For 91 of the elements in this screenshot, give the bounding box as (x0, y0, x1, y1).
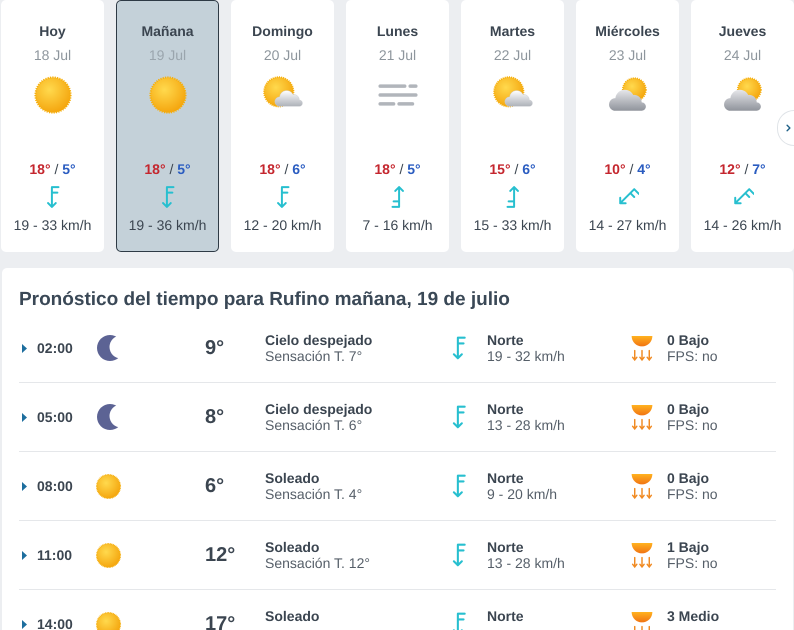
wind-arrow-icon (452, 474, 466, 498)
day-date: 21 Jul (378, 46, 416, 64)
day-name: Hoy (39, 22, 66, 40)
condition-text: Cielo despejado (265, 332, 372, 348)
uv-index: 0 Bajo (667, 401, 710, 417)
temperature-range: 12° / 7° (719, 160, 766, 178)
sun-icon (148, 75, 188, 115)
day-card[interactable]: Hoy 18 Jul 18° / 5° 19 - 33 km/h (1, 0, 104, 252)
expand-caret-icon[interactable] (22, 482, 27, 490)
expand-caret-icon[interactable] (22, 550, 27, 560)
wind-speed: 12 - 20 km/h (244, 216, 322, 234)
feels-like-text: Sensación T. 6° (265, 417, 362, 433)
temperature-range: 18° / 6° (259, 160, 306, 178)
temperature: 9° (205, 336, 226, 360)
temperature: 17° (205, 612, 236, 630)
wind-arrow-icon (452, 612, 466, 630)
day-name: Mañana (141, 22, 194, 40)
wind-direction: Norte (487, 608, 524, 624)
sun-icon (95, 542, 122, 568)
temperature-range: 18° / 5° (144, 160, 191, 178)
hour-time: 14:00 (37, 616, 74, 630)
wind-speed: 19 - 36 km/h (128, 216, 206, 234)
hour-time: 02:00 (37, 340, 74, 356)
uv-sun-icon (630, 334, 654, 362)
wind-speed: 9 - 20 km/h (487, 486, 558, 502)
sun-icon (32, 75, 72, 115)
expand-caret-icon[interactable] (22, 344, 27, 352)
wind-speed: 19 - 33 km/h (14, 216, 92, 234)
wind-arrow-icon (452, 405, 466, 429)
temperature: 12° (205, 544, 236, 566)
day-date: 20 Jul (264, 46, 302, 64)
day-name: Domingo (252, 22, 313, 40)
day-name: Jueves (718, 22, 766, 40)
wind-speed: 13 - 28 km/h (487, 417, 565, 433)
temperature-range: 18° / 5° (29, 160, 76, 178)
day-date: 18 Jul (34, 46, 72, 64)
temperature: 8° (205, 406, 226, 428)
temperature-range: 15° / 6° (489, 160, 536, 178)
day-date: 23 Jul (608, 46, 646, 64)
temperature: 6° (205, 474, 226, 498)
wind-speed: 19 - 32 km/h (487, 348, 565, 364)
day-card[interactable]: Domingo 20 Jul 18° / 6° 12 - 20 km/h (231, 0, 334, 252)
forecast-title: Pronóstico del tiempo para Rufino mañana, 19 de julio (19, 288, 511, 312)
feels-like-text: Sensación T. 7° (265, 348, 362, 364)
day-card[interactable]: Jueves 24 Jul 12° / 7° 14 - 26 km/h (691, 0, 794, 252)
day-name: Martes (490, 22, 536, 40)
hour-time: 11:00 (37, 547, 74, 563)
day-card[interactable]: Miércoles 23 Jul 10° / 4° 14 - 27 km/h (576, 0, 679, 252)
expand-caret-icon[interactable] (22, 412, 27, 422)
condition-text: Soleado (265, 608, 320, 624)
sun-icon (95, 610, 122, 630)
sun-protection-text: FPS: no (667, 348, 718, 364)
condition-text: Soleado (265, 539, 320, 555)
temperature-range: 10° / 4° (604, 160, 651, 178)
day-card[interactable]: Martes 22 Jul 15° / 6° 15 - 33 km/h (461, 0, 564, 252)
uv-index: 1 Bajo (667, 539, 710, 555)
sun-protection-text: FPS: no (667, 417, 718, 433)
uv-index: 0 Bajo (667, 470, 710, 486)
uv-index: 3 Medio (667, 608, 720, 624)
hour-time: 05:00 (37, 409, 74, 425)
uv-sun-icon (630, 404, 654, 430)
day-date: 24 Jul (724, 46, 762, 64)
uv-sun-icon (630, 610, 654, 630)
wind-direction: Norte (487, 332, 524, 348)
wind-speed: 15 - 33 km/h (474, 216, 552, 234)
wind-speed: 14 - 27 km/h (588, 216, 666, 234)
wind-direction: Norte (487, 470, 524, 486)
wind-direction: Norte (487, 401, 524, 417)
wind-speed: 14 - 26 km/h (704, 216, 782, 234)
condition-text: Soleado (265, 470, 320, 486)
expand-caret-icon[interactable] (22, 620, 27, 628)
uv-index: 0 Bajo (667, 332, 710, 348)
wind-speed: 7 - 16 km/h (362, 216, 433, 234)
wind-arrow-icon (452, 543, 466, 567)
sun-icon (95, 472, 122, 500)
condition-text: Cielo despejado (265, 401, 372, 417)
uv-sun-icon (630, 472, 654, 500)
wind-arrow-icon (452, 336, 466, 360)
wind-direction: Norte (487, 539, 524, 555)
day-name: Lunes (376, 22, 418, 40)
feels-like-text: Sensación T. 4° (265, 486, 362, 502)
sun-protection-text: FPS: no (667, 555, 718, 571)
wind-speed: 13 - 28 km/h (487, 555, 565, 571)
day-card[interactable]: Lunes 21 Jul 18° / 5° 7 - 16 km/h (346, 0, 449, 252)
uv-sun-icon (630, 542, 654, 568)
hour-time: 08:00 (37, 478, 74, 494)
sun-protection-text: FPS: no (667, 486, 718, 502)
day-date: 22 Jul (494, 46, 532, 64)
day-name: Miércoles (595, 22, 660, 40)
feels-like-text: Sensación T. 12° (265, 555, 370, 571)
temperature-range: 18° / 5° (374, 160, 421, 178)
